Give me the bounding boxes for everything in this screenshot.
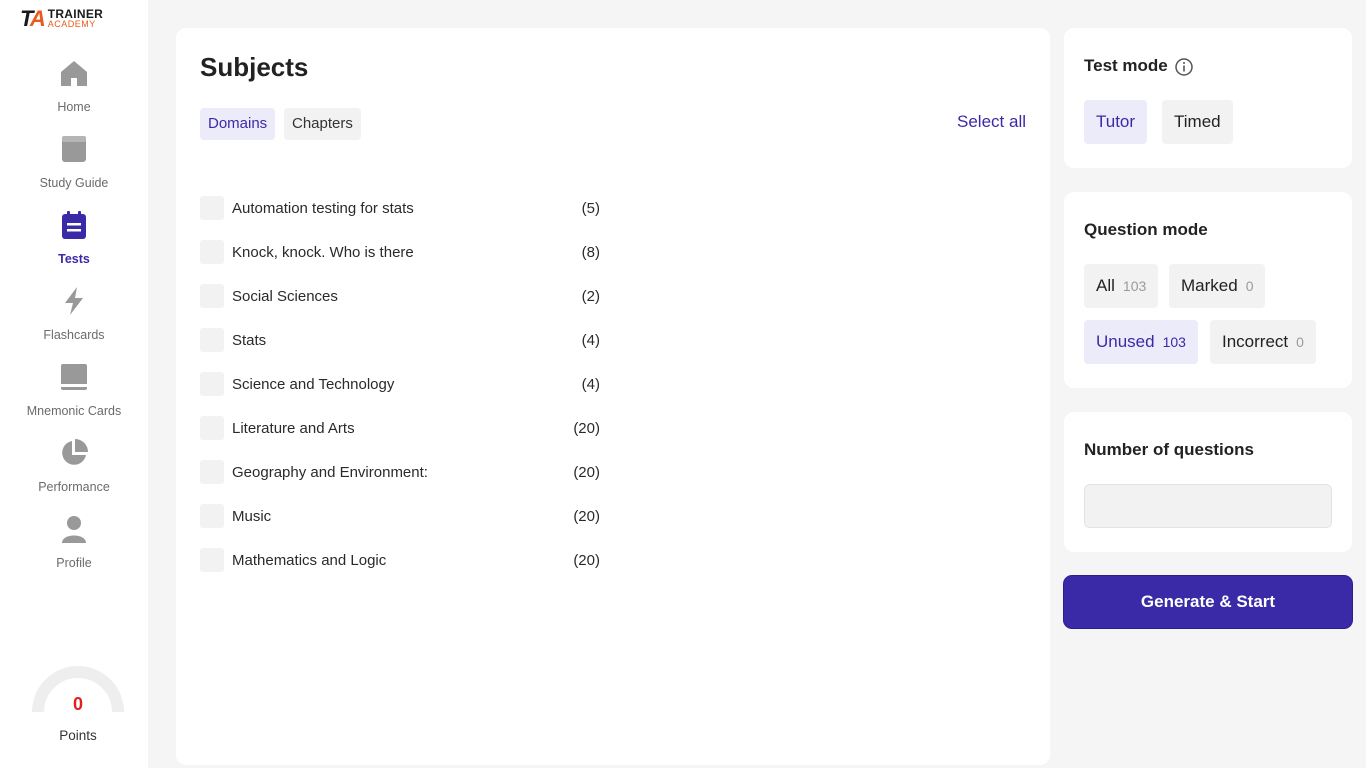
subject-name: Science and Technology	[232, 375, 395, 393]
sidebar-nav: Home Study Guide Tests Flashcards Mnemon…	[0, 52, 148, 584]
list-item: Knock, knock. Who is there (8)	[200, 230, 600, 274]
count-badge: 103	[1162, 334, 1186, 350]
user-icon	[62, 516, 86, 543]
subject-checkbox[interactable]	[200, 416, 224, 440]
book-icon	[62, 136, 86, 162]
logo-mark: TA	[20, 6, 46, 31]
subject-name: Music	[232, 507, 272, 525]
clipboard-icon	[62, 211, 86, 239]
logo-line2: ACADEMY	[47, 19, 96, 29]
subject-count: (20)	[573, 551, 600, 569]
number-of-questions-title: Number of questions	[1084, 440, 1255, 459]
select-all-link[interactable]: Select all	[957, 112, 1026, 132]
points-label: Points	[59, 728, 97, 743]
subject-count: (4)	[581, 375, 600, 393]
list-item: Stats (4)	[200, 318, 600, 362]
list-item: Automation testing for stats (5)	[200, 186, 600, 230]
subject-count: (8)	[581, 243, 600, 261]
subject-name: Geography and Environment:	[232, 463, 428, 481]
logo-line1: TRAINER	[47, 7, 104, 21]
subject-name: Stats	[232, 331, 267, 349]
list-item: Music (20)	[200, 494, 600, 538]
lightning-icon	[65, 287, 83, 315]
app-logo[interactable]: TA TRAINER ACADEMY	[20, 6, 103, 32]
sidebar-item-profile[interactable]: Profile	[0, 508, 148, 584]
subject-count: (5)	[581, 199, 600, 217]
question-mode-incorrect-button[interactable]: Incorrect 0	[1210, 320, 1316, 364]
number-of-questions-card: Number of questions	[1064, 412, 1352, 552]
subject-checkbox[interactable]	[200, 196, 224, 220]
subject-checkbox[interactable]	[200, 240, 224, 264]
tab-chapters[interactable]: Chapters	[284, 108, 361, 140]
list-item: Mathematics and Logic (20)	[200, 538, 600, 582]
sidebar-item-performance[interactable]: Performance	[0, 432, 148, 508]
subject-list: Automation testing for stats (5) Knock, …	[200, 186, 600, 582]
list-item: Social Sciences (2)	[200, 274, 600, 318]
points-gauge: 0 Points	[28, 664, 128, 754]
sidebar-item-home[interactable]: Home	[0, 52, 148, 128]
subject-count: (20)	[573, 507, 600, 525]
subject-checkbox[interactable]	[200, 504, 224, 528]
count-badge: 0	[1296, 334, 1304, 350]
count-badge: 0	[1245, 278, 1254, 294]
test-mode-tutor-button[interactable]: Tutor	[1084, 100, 1148, 144]
card-icon	[61, 364, 87, 390]
subject-name: Automation testing for stats	[232, 199, 414, 217]
subject-checkbox[interactable]	[200, 372, 224, 396]
subject-name: Mathematics and Logic	[232, 551, 387, 569]
question-mode-marked-button[interactable]: Marked 0	[1169, 264, 1266, 308]
subject-checkbox[interactable]	[200, 284, 224, 308]
question-mode-all-button[interactable]: All 103	[1084, 264, 1159, 308]
subject-count: (20)	[573, 463, 600, 481]
count-badge: 103	[1122, 278, 1147, 294]
list-item: Literature and Arts (20)	[200, 406, 600, 450]
list-item: Geography and Environment: (20)	[200, 450, 600, 494]
subject-checkbox[interactable]	[200, 548, 224, 572]
number-of-questions-input[interactable]	[1084, 484, 1332, 528]
test-mode-title: Test mode	[1084, 56, 1168, 75]
list-item: Science and Technology (4)	[200, 362, 600, 406]
sidebar: TA TRAINER ACADEMY Home Study Guide Test…	[0, 0, 148, 768]
subject-name: Literature and Arts	[232, 419, 355, 437]
test-mode-card: Test mode Tutor Timed	[1064, 28, 1352, 168]
subject-count: (20)	[573, 419, 600, 437]
sidebar-item-study-guide[interactable]: Study Guide	[0, 128, 148, 204]
question-mode-card: Question mode All 103 Marked 0 Unused 103 I…	[1064, 192, 1352, 388]
subject-checkbox[interactable]	[200, 460, 224, 484]
tab-domains[interactable]: Domains	[200, 108, 276, 140]
sidebar-item-tests[interactable]: Tests	[0, 204, 148, 280]
subject-checkbox[interactable]	[200, 328, 224, 352]
page-title: Subjects	[200, 52, 309, 82]
subject-count: (2)	[581, 287, 600, 305]
subject-count: (4)	[581, 331, 600, 349]
subject-name: Social Sciences	[232, 287, 338, 305]
info-icon[interactable]	[1174, 57, 1194, 77]
subjects-panel: Subjects Domains Chapters Select all Aut…	[176, 28, 1050, 765]
test-mode-timed-button[interactable]: Timed	[1162, 100, 1233, 144]
sidebar-item-flashcards[interactable]: Flashcards	[0, 280, 148, 356]
pie-chart-icon	[62, 439, 88, 465]
sidebar-item-mnemonic-cards[interactable]: Mnemonic Cards	[0, 356, 148, 432]
subject-name: Knock, knock. Who is there	[232, 243, 414, 261]
question-mode-title: Question mode	[1084, 220, 1208, 239]
question-mode-unused-button[interactable]: Unused 103	[1084, 320, 1198, 364]
generate-start-button[interactable]: Generate & Start	[1064, 576, 1352, 628]
home-icon	[61, 61, 87, 86]
points-value: 0	[72, 694, 83, 714]
